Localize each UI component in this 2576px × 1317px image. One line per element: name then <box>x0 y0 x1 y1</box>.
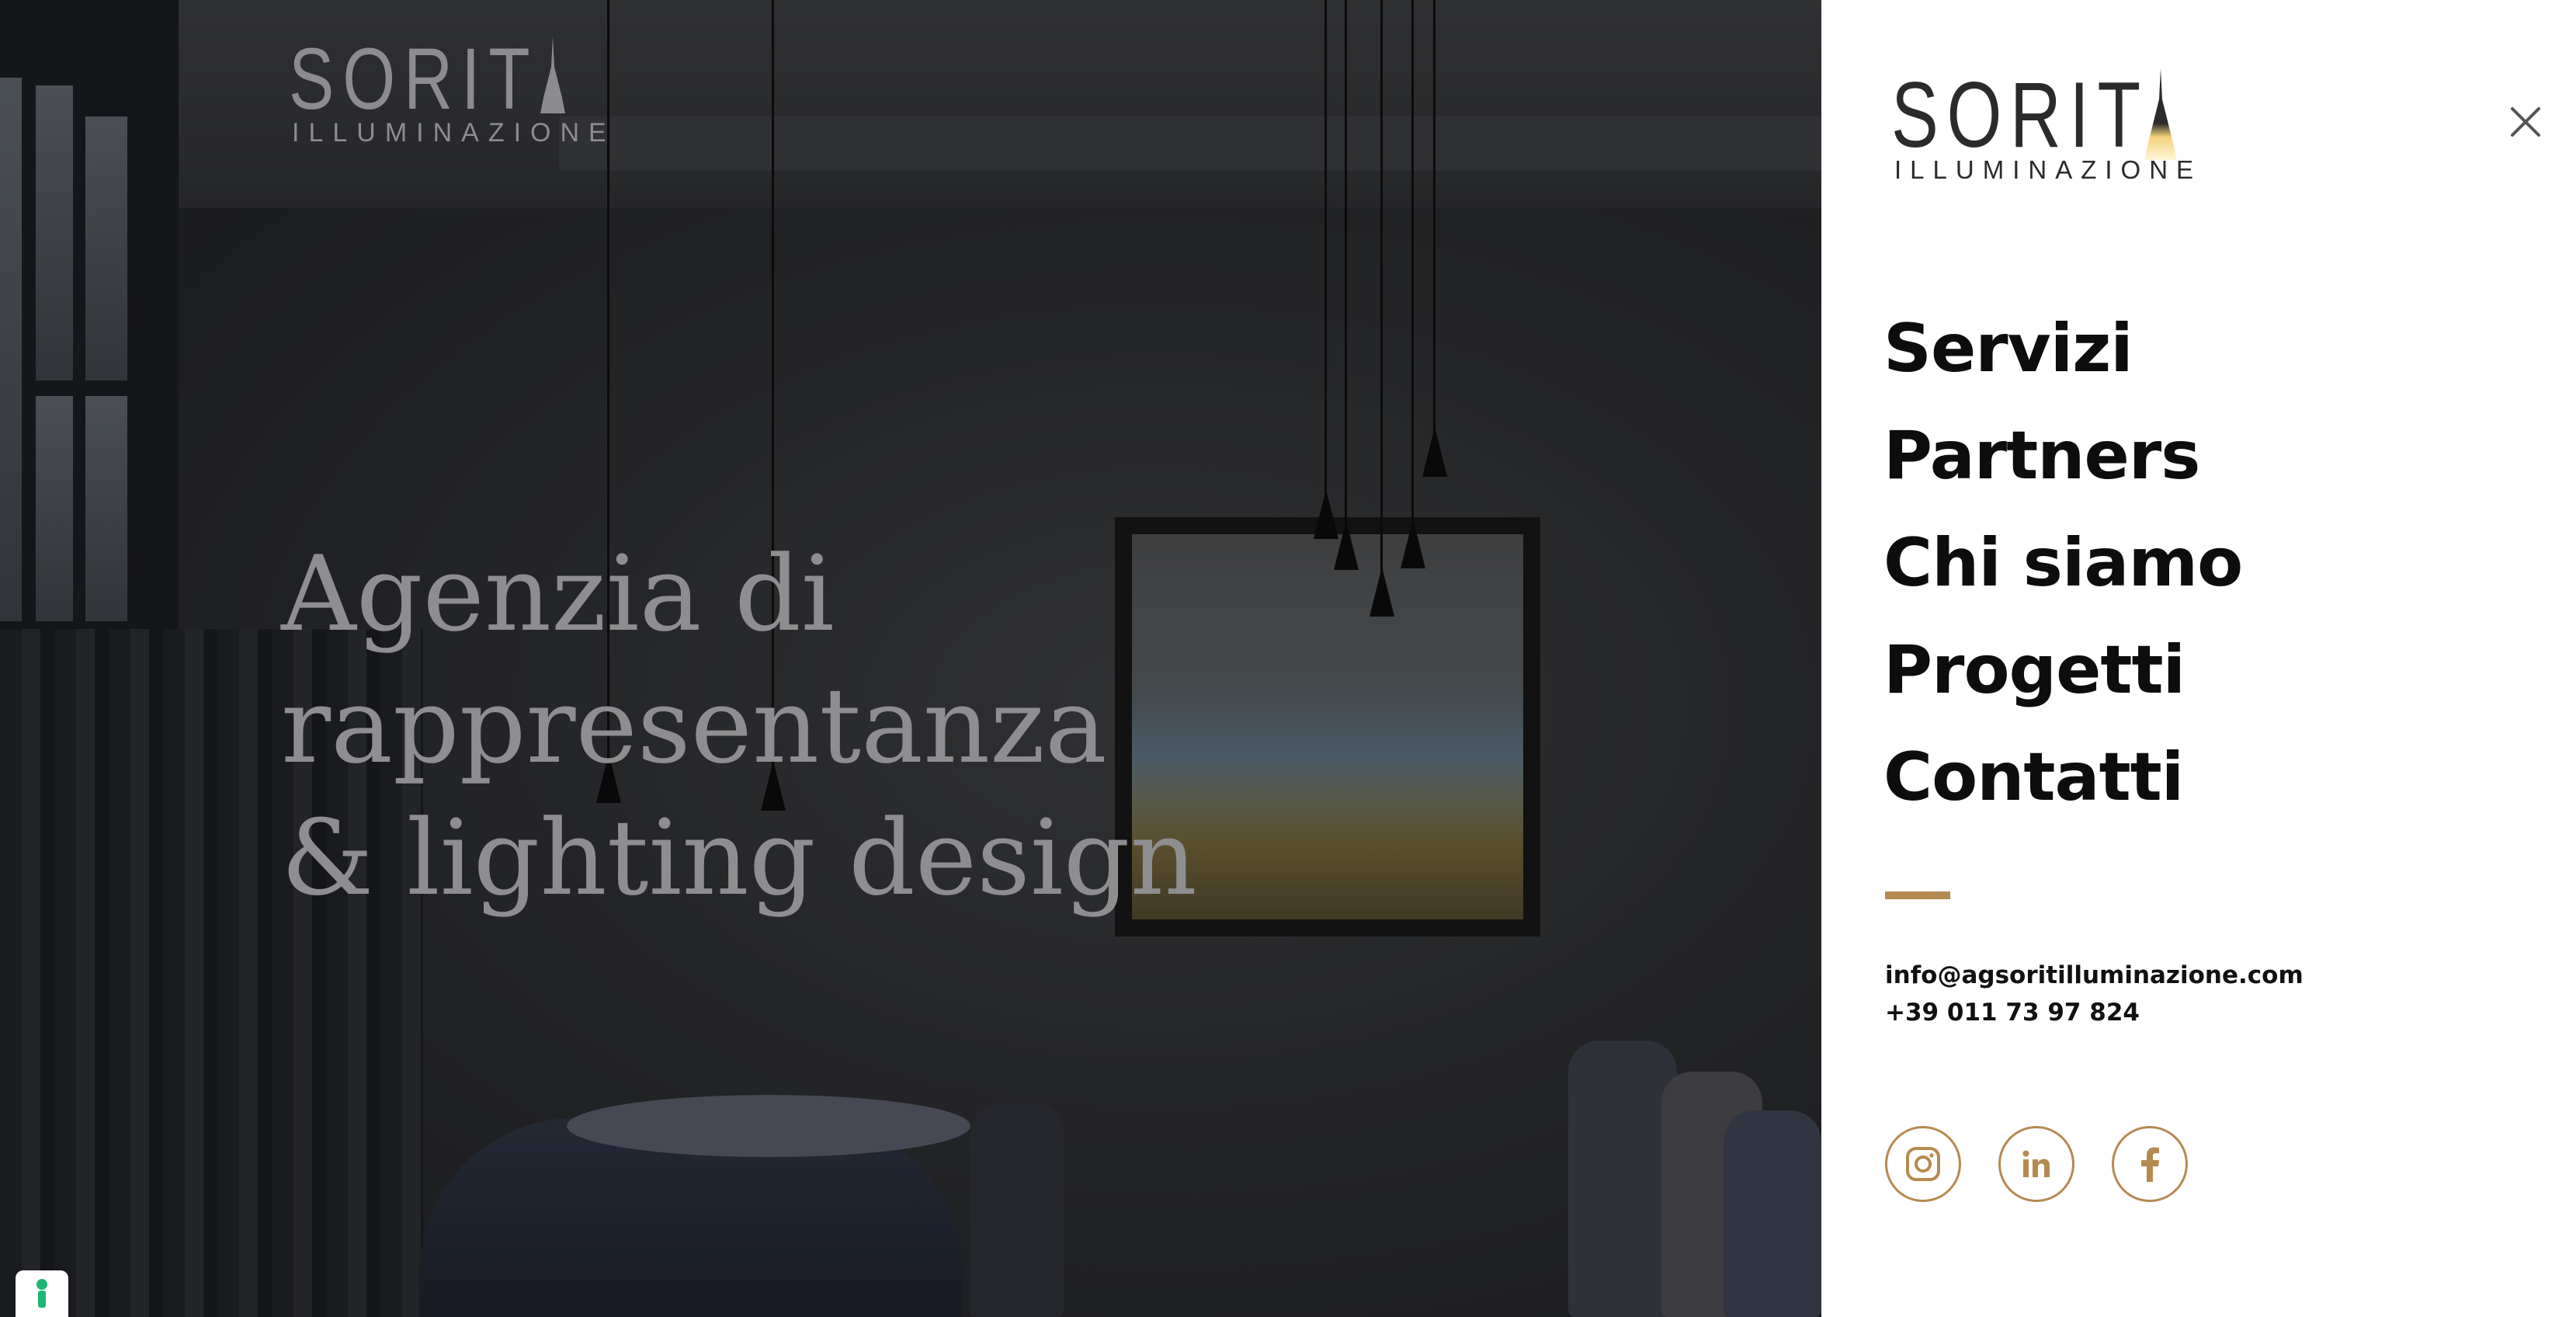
nav-item-contatti[interactable]: Contatti <box>1883 724 2242 831</box>
nav-item-servizi[interactable]: Servizi <box>1883 295 2242 402</box>
instagram-button[interactable] <box>1885 1126 1961 1202</box>
linkedin-icon <box>2022 1150 2050 1177</box>
instagram-icon <box>1906 1147 1940 1181</box>
cookie-consent-button[interactable] <box>16 1270 68 1317</box>
hero-title-line1: Agenzia di rappresentanza <box>281 533 1107 787</box>
contact-info: info@agsoritilluminazione.com +39 011 73… <box>1885 957 2303 1031</box>
side-menu: SORIT ILLUMINAZIONE Servizi Partners Chi… <box>1821 0 2576 1317</box>
logo-wordmark: SORIT <box>1891 63 2149 167</box>
mole-antonelliana-icon <box>2144 68 2177 160</box>
logo-subtitle: ILLUMINAZIONE <box>1894 155 2203 184</box>
hero-title-line2: & lighting design <box>281 797 1197 919</box>
nav-item-chi-siamo[interactable]: Chi siamo <box>1883 509 2243 617</box>
nav-item-partners[interactable]: Partners <box>1883 402 2242 509</box>
social-links <box>1885 1126 2188 1202</box>
hero-title: Agenzia di rappresentanza & lighting des… <box>281 528 1523 924</box>
close-menu-button[interactable] <box>2506 103 2545 141</box>
accent-divider <box>1885 891 1950 899</box>
email-link[interactable]: info@agsoritilluminazione.com <box>1885 957 2303 994</box>
facebook-icon <box>2141 1147 2159 1182</box>
close-icon <box>2511 107 2540 137</box>
nav-item-progetti[interactable]: Progetti <box>1883 617 2242 724</box>
iubenda-icon <box>36 1279 47 1308</box>
logo-wordmark: SORIT <box>289 30 539 127</box>
linkedin-button[interactable] <box>1998 1126 2074 1202</box>
hero-logo[interactable]: SORIT ILLUMINAZIONE <box>289 30 606 152</box>
facebook-button[interactable] <box>2112 1126 2188 1202</box>
menu-logo[interactable]: SORIT ILLUMINAZIONE <box>1891 68 2202 185</box>
main-nav: Servizi Partners Chi siamo Progetti Cont… <box>1883 295 2243 831</box>
mole-antonelliana-icon <box>540 36 565 113</box>
logo-subtitle: ILLUMINAZIONE <box>292 118 616 148</box>
phone-link[interactable]: +39 011 73 97 824 <box>1885 994 2303 1031</box>
